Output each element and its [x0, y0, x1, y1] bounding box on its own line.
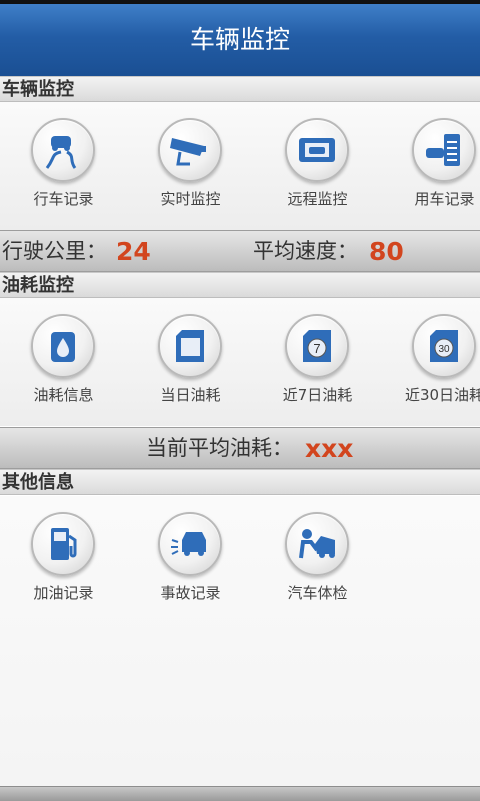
avg-fuel-value: xxx [305, 434, 354, 463]
avg-fuel-bar: 当前平均油耗： xxx [0, 427, 480, 469]
monthly-fuel-label: 近30日油耗 [404, 386, 480, 404]
remote-monitor-icon [285, 118, 349, 182]
car-inspection-button[interactable]: 汽车体检 [254, 496, 381, 624]
section-header-fuel: 油耗监控 [0, 272, 480, 298]
camera-icon [158, 118, 222, 182]
fuel-can-30-icon: 30 [412, 314, 476, 378]
speed-label: 平均速度： [253, 239, 358, 263]
bottom-bar [0, 786, 480, 801]
fuel-info-label: 油耗信息 [33, 386, 94, 404]
fuel-info-button[interactable]: 油耗信息 [0, 298, 127, 426]
fuel-icon-row: 油耗信息 当日油耗 7 近7日油耗 30 近30日油耗 [0, 298, 480, 426]
realtime-monitor-label: 实时监控 [160, 190, 221, 208]
avg-fuel-label: 当前平均油耗： [146, 436, 293, 460]
weekly-fuel-button[interactable]: 7 近7日油耗 [254, 298, 381, 426]
accident-record-button[interactable]: 事故记录 [127, 496, 254, 624]
car-inspection-icon [285, 512, 349, 576]
vehicle-icon-row: 行车记录 实时监控 远程监控 用车记录 [0, 102, 480, 230]
remote-monitor-button[interactable]: 远程监控 [254, 102, 381, 230]
accident-record-label: 事故记录 [160, 584, 221, 602]
car-checklist-icon [412, 118, 476, 182]
section-header-other: 其他信息 [0, 469, 480, 495]
fuel-can-7-icon: 7 [285, 314, 349, 378]
gas-pump-icon [31, 512, 95, 576]
fuel-can-icon [158, 314, 222, 378]
realtime-monitor-button[interactable]: 实时监控 [127, 102, 254, 230]
other-icon-row: 加油记录 事故记录 汽车体检 [0, 496, 480, 624]
mileage-label: 行驶公里： [2, 239, 107, 263]
car-crash-icon [158, 512, 222, 576]
usage-record-label: 用车记录 [414, 190, 475, 208]
car-inspection-label: 汽车体检 [287, 584, 348, 602]
fuel-can-30-badge: 30 [438, 344, 450, 355]
refuel-record-label: 加油记录 [33, 584, 94, 602]
mileage-value: 24 [116, 237, 151, 266]
mileage-speed-bar: 行驶公里： 24 平均速度： 80 [0, 230, 480, 272]
speed-value: 80 [369, 237, 404, 266]
weekly-fuel-label: 近7日油耗 [282, 386, 353, 404]
driving-record-button[interactable]: 行车记录 [0, 102, 127, 230]
section-header-vehicle: 车辆监控 [0, 76, 480, 102]
fuel-can-7-badge: 7 [313, 341, 320, 356]
page-title: 车辆监控 [0, 4, 480, 76]
daily-fuel-button[interactable]: 当日油耗 [127, 298, 254, 426]
refuel-record-button[interactable]: 加油记录 [0, 496, 127, 624]
monthly-fuel-button[interactable]: 30 近30日油耗 [381, 298, 480, 426]
driving-record-label: 行车记录 [33, 190, 94, 208]
usage-record-button[interactable]: 用车记录 [381, 102, 480, 230]
remote-monitor-label: 远程监控 [287, 190, 348, 208]
fuel-drop-icon [31, 314, 95, 378]
daily-fuel-label: 当日油耗 [160, 386, 221, 404]
road-icon [31, 118, 95, 182]
